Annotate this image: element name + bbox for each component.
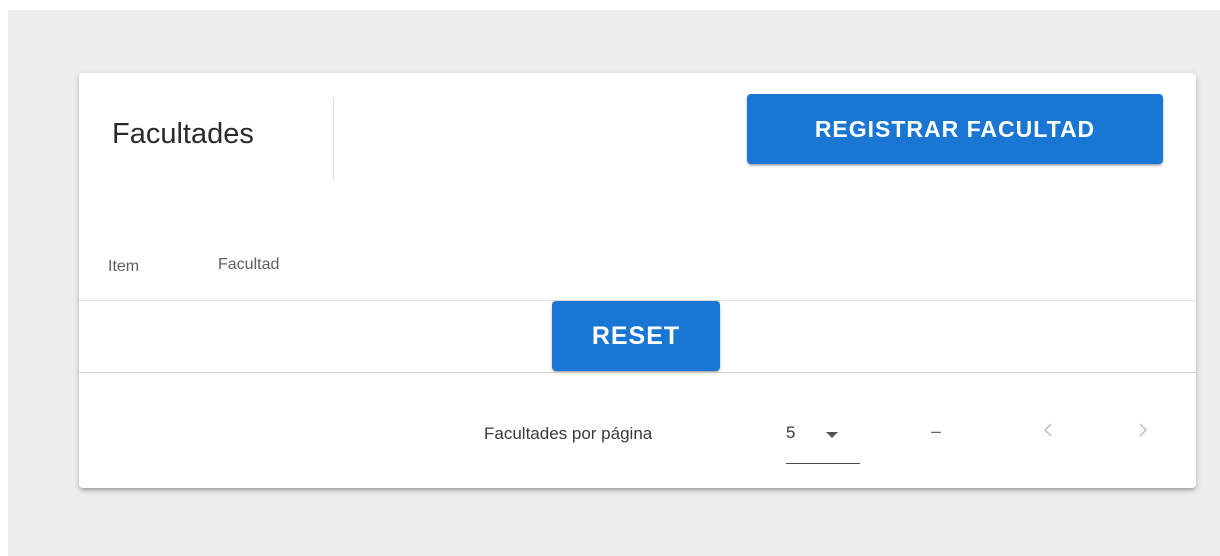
column-header-item[interactable]: Item	[108, 258, 139, 276]
rows-per-page-value: 5	[786, 423, 796, 442]
next-page-button[interactable]	[1127, 414, 1159, 446]
reset-button[interactable]: RESET	[552, 301, 720, 371]
dropdown-arrow-icon	[826, 432, 838, 438]
previous-page-button[interactable]	[1032, 414, 1064, 446]
faculties-card: Facultades REGISTRAR FACULTAD Item Facul…	[79, 73, 1196, 488]
select-underline	[786, 463, 860, 464]
table-footer-divider	[79, 372, 1196, 373]
register-faculty-button[interactable]: REGISTRAR FACULTAD	[747, 94, 1163, 164]
chevron-left-icon	[1043, 423, 1052, 437]
chevron-right-icon	[1139, 423, 1148, 437]
rows-per-page-label: Facultades por página	[484, 424, 653, 443]
title-divider	[333, 98, 334, 180]
card-title: Facultades	[112, 118, 254, 150]
page-range-text: –	[931, 421, 942, 441]
column-header-facultad[interactable]: Facultad	[218, 256, 279, 274]
rows-per-page-select[interactable]: 5	[786, 413, 860, 465]
